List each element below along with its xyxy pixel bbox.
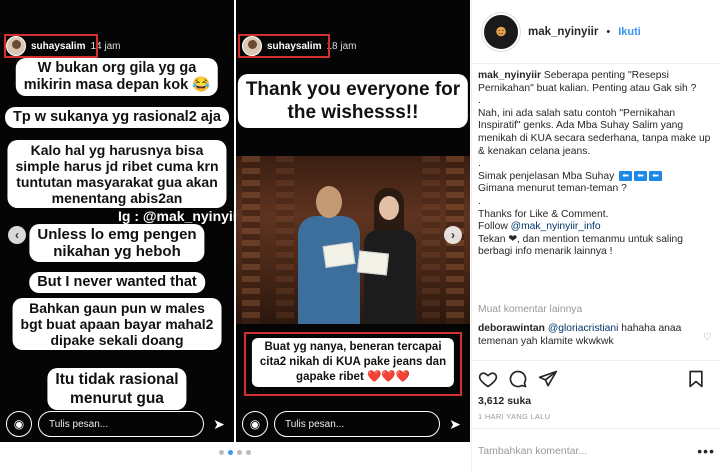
post-timestamp: 1 HARI YANG LALU: [478, 412, 551, 421]
caption-text: Follow: [478, 221, 508, 233]
more-options-icon[interactable]: •••: [697, 443, 715, 459]
post-side-panel: ☻ mak_nyinyiir • Ikuti mak_nyinyiir Sebe…: [471, 0, 720, 472]
arrow-left-icon: ⬅: [619, 171, 633, 182]
caption-text: Simak penjelasan Mba Suhay: [478, 170, 615, 182]
mention-link[interactable]: @gloriacristiani: [548, 323, 619, 334]
arrow-left-icon: ⬅: [649, 171, 663, 182]
caption-username[interactable]: mak_nyinyiir: [478, 70, 541, 81]
story-screenshot-right: suhaysalim 18 jam Thank you everyone for…: [236, 0, 470, 442]
share-icon[interactable]: [536, 367, 560, 391]
follow-button[interactable]: Ikuti: [618, 26, 641, 38]
post-header: ☻ mak_nyinyiir • Ikuti: [472, 0, 720, 64]
mention-link[interactable]: @mak_nyinyiir_info: [511, 221, 601, 232]
story-caption: Buat yg nanya, beneran tercapai cita2 ni…: [251, 338, 455, 387]
load-more-comments-link[interactable]: Muat komentar lainnya: [478, 304, 582, 315]
caption-text: .: [478, 95, 481, 107]
caption-text: Gimana menurut teman-teman ?: [478, 183, 627, 195]
couple-photo: [236, 156, 470, 324]
separator-dot: •: [606, 25, 611, 38]
caption-text: .: [478, 195, 481, 207]
highlight-box: [4, 34, 98, 58]
comment-icon[interactable]: [506, 367, 530, 391]
story-text-7: Itu tidak rasional menurut gua: [47, 368, 187, 410]
story-time: 18 jam: [326, 40, 357, 52]
story-text-4: Unless lo emg pengen nikahan yg heboh: [29, 224, 205, 262]
bookmark-icon[interactable]: [684, 367, 708, 391]
story-text-3: Kalo hal yg harusnya bisa simple harus j…: [7, 140, 227, 208]
send-icon[interactable]: ➤: [446, 416, 464, 433]
carousel-dots: [0, 450, 470, 455]
post-actions: [472, 360, 720, 394]
previous-slide-button[interactable]: ‹: [8, 226, 26, 244]
caption-text: Tekan ❤, dan mention temanmu untuk salin…: [478, 233, 683, 258]
carousel-dot: [246, 450, 251, 455]
post-media: suhaysalim 14 jam W bukan org gila yg ga…: [0, 0, 470, 472]
add-comment-input[interactable]: Tambahkan komentar...: [478, 445, 697, 457]
message-input[interactable]: Tulis pesan...: [38, 411, 204, 437]
story-footer: ◉ Tulis pesan... ➤: [0, 406, 234, 442]
story-text-5: But I never wanted that: [29, 272, 205, 293]
heart-icon[interactable]: [476, 367, 500, 391]
highlight-box: [238, 34, 330, 58]
send-icon[interactable]: ➤: [210, 416, 228, 433]
caption-text: .: [478, 158, 481, 170]
post-caption: mak_nyinyiir Seberapa penting "Resepsi P…: [478, 70, 715, 259]
story-text-2: Tp w sukanya yg rasional2 aja: [5, 107, 229, 128]
avatar[interactable]: ☻: [482, 12, 520, 51]
comment-username[interactable]: deborawintan: [478, 323, 545, 334]
caption-text: Thanks for Like & Comment.: [478, 208, 609, 220]
message-input[interactable]: Tulis pesan...: [274, 411, 440, 437]
camera-icon[interactable]: ◉: [6, 411, 32, 437]
add-comment-bar: Tambahkan komentar... •••: [472, 428, 720, 472]
marriage-book: [356, 250, 390, 276]
post-username[interactable]: mak_nyinyiir: [528, 26, 598, 38]
arrow-left-icon: ⬅: [634, 171, 648, 182]
carousel-dot: [219, 450, 224, 455]
carousel-dot: [237, 450, 242, 455]
comment-item: deborawintan @gloriacristiani hahaha ana…: [478, 322, 693, 348]
camera-icon[interactable]: ◉: [242, 411, 268, 437]
story-screenshot-left: suhaysalim 14 jam W bukan org gila yg ga…: [0, 0, 234, 442]
marriage-book: [322, 242, 356, 268]
story-footer: ◉ Tulis pesan... ➤: [236, 406, 470, 442]
like-count[interactable]: 3,612 suka: [478, 395, 531, 407]
caption-text: Nah, ini ada salah satu contoh "Pernikah…: [478, 107, 711, 157]
story-title: Thank you everyone for the wishesss!!: [237, 74, 469, 128]
story-text-6: Bahkan gaun pun w males bgt buat apaan b…: [12, 298, 222, 350]
carousel-dot-active: [228, 450, 233, 455]
comment-like-icon[interactable]: ♡: [703, 332, 712, 343]
story-text-1: W bukan org gila yg ga mikirin masa depa…: [15, 58, 219, 96]
watermark: Ig : @mak_nyinyiir: [118, 208, 234, 224]
next-slide-button[interactable]: ›: [444, 226, 462, 244]
